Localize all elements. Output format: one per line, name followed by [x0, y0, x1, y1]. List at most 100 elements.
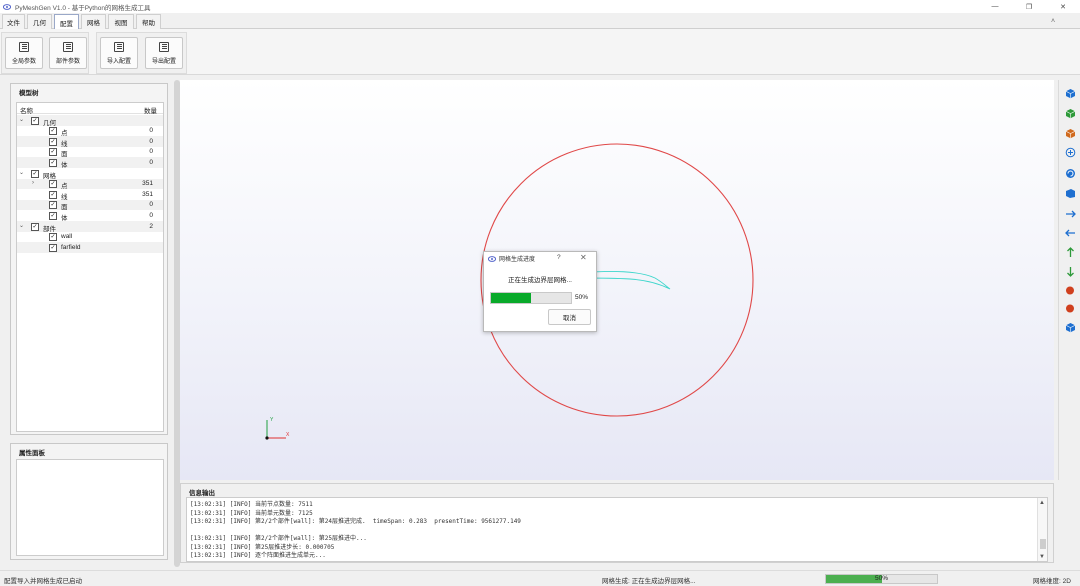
axis-triad: Y X	[265, 417, 290, 440]
view-front-icon[interactable]	[1063, 186, 1077, 200]
view-plus-z-icon[interactable]	[1063, 283, 1077, 297]
tree-checkbox[interactable]: ✓	[49, 148, 57, 157]
mesh-viewport[interactable]: Y X	[180, 80, 1054, 480]
title-bar: PyMeshGen V1.0 - 基于Python的网格生成工具 — ❐ ✕	[0, 0, 1080, 13]
tree-row[interactable]: ✓ 线 351	[17, 189, 163, 201]
dialog-close-button[interactable]: ✕	[580, 253, 587, 262]
view-cube-green-icon[interactable]	[1063, 106, 1077, 120]
scroll-down-icon[interactable]: ▼	[1039, 554, 1045, 560]
app-window: PyMeshGen V1.0 - 基于Python的网格生成工具 — ❐ ✕ 文…	[0, 0, 1080, 586]
tree-col-count: 数量	[144, 108, 157, 115]
tab-config[interactable]: 配置	[54, 14, 79, 30]
axis-x-label: X	[286, 432, 290, 438]
zoom-fit-icon[interactable]	[1063, 145, 1077, 159]
tree-checkbox[interactable]: ✓	[49, 211, 57, 220]
maximize-button[interactable]: ❐	[1012, 0, 1046, 13]
log-line: [13:02:31] [INFO] 第2/2个部件[wall]: 第24层推进完…	[190, 518, 521, 525]
tree-row[interactable]: ✓ farfield	[17, 242, 163, 253]
tree-item-count: 0	[149, 211, 153, 219]
tree-row[interactable]: ✓ 点 0	[17, 126, 163, 137]
tree-checkbox[interactable]: ✓	[49, 158, 57, 167]
document-icon	[159, 41, 169, 52]
tree-row[interactable]: ✓ 面 0	[17, 199, 163, 211]
tab-geometry[interactable]: 几何	[27, 14, 52, 29]
expand-arrow-icon[interactable]: ⌄	[19, 222, 24, 229]
output-panel: 信息输出 [13:02:31] [INFO] 当前节点数量: 7511 [13:0…	[180, 483, 1054, 563]
view-iso-cube-icon[interactable]	[1063, 86, 1077, 100]
view-minus-y-icon[interactable]	[1063, 264, 1077, 278]
view-minus-z-icon[interactable]	[1063, 301, 1077, 315]
tab-view[interactable]: 视图	[108, 14, 134, 29]
dialog-progress-fill	[491, 293, 531, 303]
property-content	[16, 459, 164, 556]
part-params-button[interactable]: 部件参数	[49, 37, 87, 69]
status-mesh-dim: 网格维度: 2D	[1033, 578, 1071, 585]
tree-row[interactable]: ✓ 面 0	[17, 147, 163, 158]
app-logo-icon	[488, 255, 496, 263]
view-plus-x-icon[interactable]	[1063, 206, 1077, 220]
tree-checkbox[interactable]: ✓	[49, 127, 57, 136]
tab-mesh[interactable]: 网格	[81, 14, 106, 29]
scroll-up-icon[interactable]: ▲	[1039, 500, 1045, 506]
tree-checkbox[interactable]: ✓	[49, 137, 57, 146]
window-title: PyMeshGen V1.0 - 基于Python的网格生成工具	[15, 4, 151, 12]
export-config-button[interactable]: 导出配置	[145, 37, 183, 69]
export-config-label: 导出配置	[151, 58, 176, 65]
tree-row[interactable]: ✓ wall	[17, 232, 163, 243]
ribbon-group-params: 全局参数 部件参数	[1, 32, 89, 74]
dialog-progress-text: 50%	[575, 294, 589, 301]
import-config-button[interactable]: 导入配置	[100, 37, 138, 69]
tree-item-count: 351	[142, 180, 153, 188]
tree-row[interactable]: ⌄ ✓ 部件 2	[17, 221, 163, 233]
document-icon	[63, 41, 73, 52]
tree-checkbox[interactable]: ✓	[49, 180, 57, 189]
expand-arrow-icon[interactable]: ⌄	[19, 169, 24, 176]
rotate-view-icon[interactable]	[1063, 166, 1077, 180]
model-tree-panel: 模型树 名称 数量 ⌄ ✓ 几何 ✓ 点 0 ✓ 线 0 ✓ 面 0 ✓ 体 0 ⌄ ✓ 网格 › ✓ 点 351 ✓ 线 35…	[10, 83, 168, 435]
view-minus-x-icon[interactable]	[1063, 225, 1077, 239]
global-params-button[interactable]: 全局参数	[5, 37, 43, 69]
tree-item-count: 0	[149, 158, 153, 166]
tree-item-count: 0	[149, 148, 153, 156]
model-tree: 名称 数量 ⌄ ✓ 几何 ✓ 点 0 ✓ 线 0 ✓ 面 0 ✓ 体 0 ⌄ ✓ 网格 › ✓ 点 351 ✓ 线 351 ✓ 面 0…	[16, 102, 164, 432]
document-icon	[114, 41, 124, 52]
ribbon-collapse-button[interactable]: ˄	[1034, 15, 1072, 27]
view-plus-y-icon[interactable]	[1063, 245, 1077, 259]
close-button[interactable]: ✕	[1046, 0, 1080, 13]
tree-checkbox[interactable]: ✓	[31, 169, 39, 178]
global-params-label: 全局参数	[11, 58, 36, 65]
tree-checkbox[interactable]: ✓	[49, 201, 57, 210]
collapsed-arrow-icon[interactable]: ›	[32, 180, 34, 186]
viewport-canvas: Y X	[265, 143, 754, 440]
tree-checkbox[interactable]: ✓	[49, 190, 57, 199]
tree-checkbox[interactable]: ✓	[31, 222, 39, 231]
tree-item-label: farfield	[61, 243, 81, 251]
tree-row[interactable]: ✓ 体 0	[17, 157, 163, 169]
status-message: 网格生成: 正在生成边界层网格...	[602, 578, 696, 585]
tab-file[interactable]: 文件	[2, 14, 25, 29]
dialog-help-button[interactable]: ?	[557, 254, 561, 261]
tree-row[interactable]: ✓ 体 0	[17, 210, 163, 222]
expand-arrow-icon[interactable]: ⌄	[19, 116, 24, 123]
output-title: 信息输出	[189, 490, 215, 497]
tree-row[interactable]: › ✓ 点 351	[17, 178, 163, 190]
tree-checkbox[interactable]: ✓	[31, 116, 39, 125]
tree-checkbox[interactable]: ✓	[49, 233, 57, 242]
ribbon: 全局参数 部件参数 导入配置 导出配置	[0, 29, 1080, 75]
view-3d-icon[interactable]	[1063, 320, 1077, 334]
tree-checkbox[interactable]: ✓	[49, 243, 57, 252]
tree-row[interactable]: ⌄ ✓ 几何	[17, 115, 163, 127]
output-scrollbar[interactable]: ▲ ▼	[1037, 498, 1047, 561]
tree-item-label: wall	[61, 233, 73, 241]
cancel-button[interactable]: 取消	[548, 309, 591, 325]
scroll-thumb[interactable]	[1040, 539, 1046, 549]
status-progress-bar: 50%	[825, 574, 938, 584]
tab-help[interactable]: 帮助	[136, 14, 161, 29]
progress-dialog: 网格生成进度 ? ✕ 正在生成边界层网格... 50% 取消	[483, 251, 597, 332]
status-bar: 配置导入并网格生成已启动 网格生成: 正在生成边界层网格... 50% 网格维度…	[0, 570, 1080, 586]
tree-row[interactable]: ⌄ ✓ 网格	[17, 168, 163, 180]
output-log[interactable]: [13:02:31] [INFO] 当前节点数量: 7511 [13:02:31]…	[186, 497, 1048, 562]
tree-row[interactable]: ✓ 线 0	[17, 136, 163, 148]
view-cube-orange-icon[interactable]	[1063, 126, 1077, 140]
minimize-button[interactable]: —	[978, 0, 1012, 13]
